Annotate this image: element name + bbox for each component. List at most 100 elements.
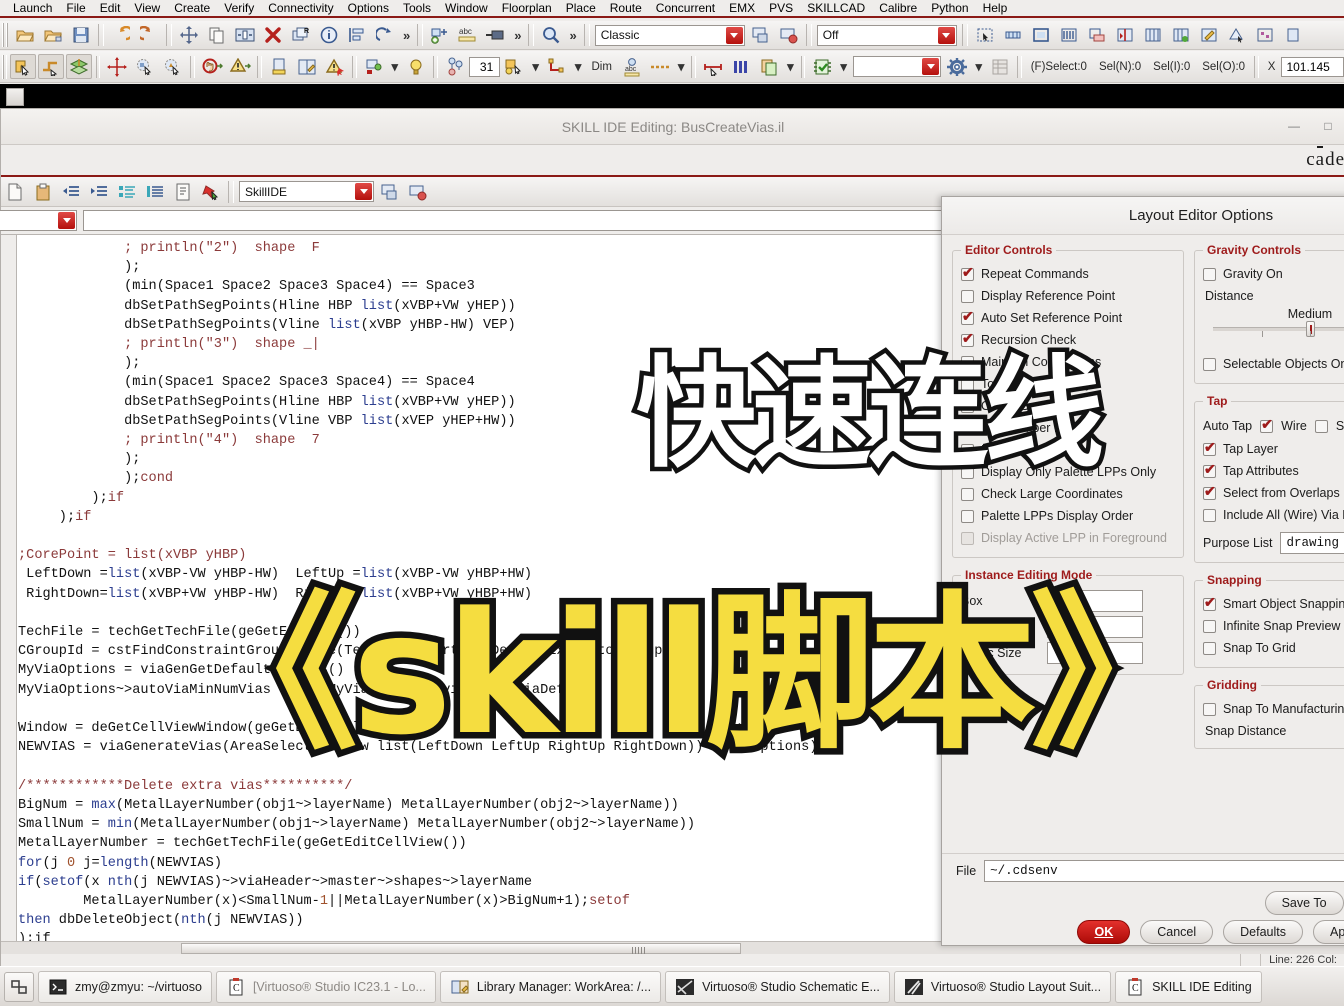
list-lines-icon[interactable] xyxy=(142,179,168,204)
route-dropdown-arrow[interactable]: ▾ xyxy=(571,59,586,75)
ok-button[interactable]: OK xyxy=(1077,920,1131,944)
copy-region-icon[interactable] xyxy=(1084,23,1110,48)
menu-item-connectivity[interactable]: Connectivity xyxy=(261,0,340,16)
gravity-on-checkbox[interactable] xyxy=(1203,267,1216,281)
info-icon[interactable] xyxy=(316,23,342,48)
editor-control-display-reference-point-checkbox[interactable] xyxy=(961,289,974,303)
editor-control-check-large-coordinates-row[interactable]: Check Large Coordinates xyxy=(961,483,1175,505)
selectable-objects-only-checkbox[interactable] xyxy=(1203,357,1216,371)
skill-ide-context-combo[interactable]: SkillIDE xyxy=(239,181,374,202)
menu-item-route[interactable]: Route xyxy=(603,0,649,16)
tap-tap-layer-checkbox[interactable] xyxy=(1203,440,1216,456)
editor-control-palette-lpps-display-order-checkbox[interactable] xyxy=(961,509,974,523)
editor-control-display-only-palette-lpps-only-checkbox[interactable] xyxy=(961,465,974,479)
layout-canvas[interactable] xyxy=(0,84,1344,108)
more-tools-icon[interactable] xyxy=(1280,23,1306,48)
snapping-infinite-snap-preview-checkbox[interactable] xyxy=(1203,619,1216,633)
skill-ide-titlebar[interactable]: SKILL IDE Editing: BusCreateVias.il — □ xyxy=(1,109,1344,145)
editor-control-check-large-coordinates-checkbox[interactable] xyxy=(961,487,974,501)
editor-control-display-net-labels-checkbox[interactable] xyxy=(961,443,974,457)
paste-icon[interactable] xyxy=(30,179,56,204)
auto-tap-shape-checkbox[interactable] xyxy=(1314,419,1328,433)
gridline-icon[interactable] xyxy=(1140,23,1166,48)
zoom-icon[interactable] xyxy=(538,23,564,48)
taskbar-item[interactable]: Library Manager: WorkArea: /... xyxy=(439,970,662,1003)
toolbar-grip[interactable] xyxy=(2,23,9,47)
outdent-icon[interactable] xyxy=(58,179,84,204)
snapping-snap-to-grid-checkbox[interactable] xyxy=(1203,641,1216,655)
grid-value-field[interactable]: 31 xyxy=(468,56,501,77)
distance-slider[interactable]: Medium xyxy=(1203,305,1344,347)
canvas-corner-widget[interactable] xyxy=(6,88,24,106)
tap-select-from-overlaps-row[interactable]: Select from Overlaps xyxy=(1203,482,1344,504)
snap-pattern-icon[interactable] xyxy=(501,54,527,79)
menu-item-options[interactable]: Options xyxy=(341,0,396,16)
pick-shape-icon[interactable] xyxy=(1224,23,1250,48)
toolbar-grip[interactable] xyxy=(2,54,7,79)
delete-icon[interactable] xyxy=(260,23,286,48)
purpose-list-field[interactable]: drawing xyxy=(1280,532,1344,554)
new-file-icon[interactable] xyxy=(2,179,28,204)
menu-item-place[interactable]: Place xyxy=(559,0,603,16)
gear-icon[interactable] xyxy=(944,54,970,79)
place-instance-icon[interactable] xyxy=(361,54,387,79)
duplicate-dropdown-arrow[interactable]: ▾ xyxy=(783,59,798,75)
snapping-smart-object-snapping-checkbox[interactable] xyxy=(1203,595,1216,611)
editor-control-object-snapping-row[interactable]: Object Snapping xyxy=(961,395,1175,417)
measure-icon[interactable] xyxy=(700,54,726,79)
select-by-property-icon[interactable] xyxy=(132,54,158,79)
editor-control-repeat-commands-checkbox[interactable] xyxy=(961,265,974,281)
editor-control-recursion-check-checkbox[interactable] xyxy=(961,331,974,347)
editor-control-maintain-connections-checkbox[interactable] xyxy=(961,355,974,369)
menu-item-calibre[interactable]: Calibre xyxy=(872,0,924,16)
snapping-infinite-snap-preview-row[interactable]: Infinite Snap Preview xyxy=(1203,615,1344,637)
redo-icon[interactable] xyxy=(136,23,162,48)
tap-select-from-overlaps-checkbox[interactable] xyxy=(1203,484,1216,500)
duplicate-layer-icon[interactable] xyxy=(756,54,782,79)
display-style-combo[interactable]: Classic xyxy=(594,24,745,46)
editor-control-tone-based-display-checkbox[interactable] xyxy=(961,377,974,391)
gear-dropdown-arrow[interactable]: ▾ xyxy=(971,59,986,75)
multi-select-icon[interactable] xyxy=(1252,23,1278,48)
menu-item-python[interactable]: Python xyxy=(924,0,975,16)
layers-tool-icon[interactable] xyxy=(65,54,92,79)
align-icon[interactable] xyxy=(344,23,370,48)
copy-icon[interactable] xyxy=(204,23,230,48)
instance-editing-half-width-field[interactable]: 0 xyxy=(1047,616,1143,638)
menu-item-emx[interactable]: EMX xyxy=(722,0,762,16)
warning-drc-icon[interactable] xyxy=(227,54,253,79)
crosshair-icon[interactable] xyxy=(104,54,130,79)
editor-control-tone-based-display-row[interactable]: Tone Based Display xyxy=(961,373,1175,395)
apply-button[interactable]: Apply xyxy=(1313,920,1344,944)
menu-item-concurrent[interactable]: Concurrent xyxy=(649,0,722,16)
file-path-input[interactable]: ~/.cdsenv xyxy=(984,859,1344,882)
context-options-icon[interactable] xyxy=(405,179,431,204)
editor-control-display-net-labels-row[interactable]: Display Net Labels xyxy=(961,439,1175,461)
snap-dropdown-arrow[interactable]: ▾ xyxy=(528,59,543,75)
taskbar-item[interactable]: C [Virtuoso® Studio IC23.1 - Lo... xyxy=(215,970,436,1003)
stretch-icon[interactable] xyxy=(232,23,258,48)
chevron-down-icon[interactable] xyxy=(58,212,75,229)
save-display-options-icon[interactable] xyxy=(748,23,774,48)
chevron-down-icon[interactable] xyxy=(922,58,940,75)
open-folder-icon[interactable] xyxy=(12,23,38,48)
route-tool-icon[interactable] xyxy=(37,54,64,79)
dash-dropdown-arrow[interactable]: ▾ xyxy=(674,59,689,75)
editor-control-maintain-connections-row[interactable]: Maintain Connections xyxy=(961,351,1175,373)
select-column-icon[interactable] xyxy=(1056,23,1082,48)
tap-include-all-wire-via-layers-checkbox[interactable] xyxy=(1203,508,1216,522)
table-view-icon[interactable] xyxy=(987,54,1013,79)
select-tool-icon[interactable] xyxy=(9,54,36,79)
snapping-snap-to-grid-row[interactable]: Snap To Grid xyxy=(1203,637,1344,659)
save-context-icon[interactable] xyxy=(377,179,403,204)
visibility-icon[interactable] xyxy=(442,54,468,79)
menu-item-tools[interactable]: Tools xyxy=(396,0,438,16)
menu-item-file[interactable]: File xyxy=(59,0,92,16)
select-box-icon[interactable] xyxy=(1028,23,1054,48)
highlight-cell-icon[interactable] xyxy=(266,54,292,79)
verify-check-icon[interactable] xyxy=(809,54,835,79)
taskbar-item[interactable]: zmy@zmyu: ~/virtuoso xyxy=(38,970,212,1003)
editor-control-display-reference-point-row[interactable]: Display Reference Point xyxy=(961,285,1175,307)
toolbar-overflow-2[interactable]: » xyxy=(510,28,525,43)
taskbar-item[interactable]: C SKILL IDE Editing xyxy=(1115,970,1262,1003)
